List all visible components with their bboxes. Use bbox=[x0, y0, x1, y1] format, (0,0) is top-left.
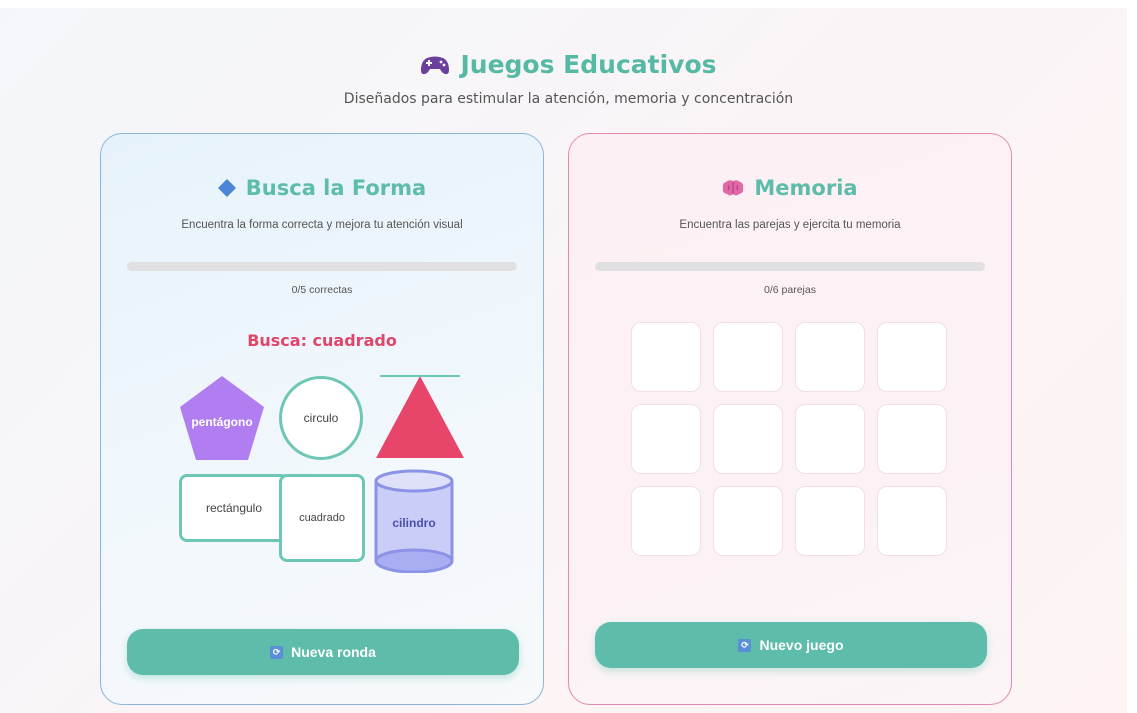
shape-circle-label: circulo bbox=[303, 411, 339, 425]
shape-game-description: Encuentra la forma correcta y mejora tu … bbox=[181, 219, 463, 231]
shape-game-progress-text: 0/5 correctas bbox=[291, 284, 353, 296]
memory-card[interactable] bbox=[631, 322, 701, 392]
memory-card[interactable] bbox=[795, 322, 865, 392]
memory-game-description: Encuentra las parejas y ejercita tu memo… bbox=[679, 219, 901, 231]
shape-cylinder[interactable]: cilindro bbox=[373, 469, 455, 573]
page-title: Juegos Educativos bbox=[420, 50, 717, 79]
page-subtitle: Diseñados para estimular la atención, me… bbox=[343, 90, 794, 107]
page-header: Juegos Educativos Diseñados para estimul… bbox=[0, 50, 1137, 107]
memory-card[interactable] bbox=[713, 486, 783, 556]
shape-game-progress-bar bbox=[127, 262, 517, 271]
gamepad-icon bbox=[421, 56, 450, 74]
shape-triangle[interactable] bbox=[374, 374, 466, 460]
shape-rectangle[interactable]: rectángulo bbox=[179, 474, 289, 542]
refresh-icon: ⟳ bbox=[270, 645, 284, 659]
memory-game-title: Memoria bbox=[569, 176, 1011, 200]
shape-game-target: Busca: cuadrado bbox=[247, 331, 397, 350]
memory-card[interactable] bbox=[713, 404, 783, 474]
new-round-button-label: Nueva ronda bbox=[291, 644, 376, 660]
shape-square[interactable]: cuadrado bbox=[279, 474, 365, 562]
memory-card[interactable] bbox=[795, 486, 865, 556]
memory-game-title-text: Memoria bbox=[754, 176, 858, 200]
new-round-button[interactable]: ⟳ Nueva ronda bbox=[127, 629, 519, 675]
refresh-icon: ⟳ bbox=[738, 638, 752, 652]
shape-square-label: cuadrado bbox=[299, 512, 345, 524]
memory-game-card: Memoria Encuentra las parejas y ejercita… bbox=[568, 133, 1012, 705]
memory-game-progress-text: 0/6 parejas bbox=[764, 284, 816, 296]
shape-pentagon[interactable]: pentágono bbox=[178, 374, 266, 462]
memory-card[interactable] bbox=[631, 486, 701, 556]
shape-circle[interactable]: circulo bbox=[279, 376, 363, 460]
memory-card[interactable] bbox=[877, 486, 947, 556]
memory-card[interactable] bbox=[877, 404, 947, 474]
diamond-icon bbox=[217, 179, 236, 197]
new-game-button[interactable]: ⟳ Nuevo juego bbox=[595, 622, 987, 668]
shape-game-title-text: Busca la Forma bbox=[245, 176, 427, 200]
memory-game-progress-bar bbox=[595, 262, 985, 271]
shape-cylinder-label: cilindro bbox=[392, 516, 435, 530]
memory-card[interactable] bbox=[713, 322, 783, 392]
memory-card[interactable] bbox=[877, 322, 947, 392]
shape-pentagon-label: pentágono bbox=[191, 415, 252, 429]
memory-card-grid bbox=[631, 322, 951, 556]
top-edge bbox=[0, 0, 1137, 8]
memory-card[interactable] bbox=[631, 404, 701, 474]
new-game-button-label: Nuevo juego bbox=[759, 637, 844, 653]
right-edge bbox=[1127, 0, 1137, 713]
shape-game-card: Busca la Forma Encuentra la forma correc… bbox=[100, 133, 544, 705]
shape-game-title: Busca la Forma bbox=[101, 176, 543, 200]
page-title-text: Juegos Educativos bbox=[460, 50, 717, 79]
memory-card[interactable] bbox=[795, 404, 865, 474]
brain-icon bbox=[723, 180, 744, 196]
shape-rectangle-label: rectángulo bbox=[205, 501, 263, 515]
